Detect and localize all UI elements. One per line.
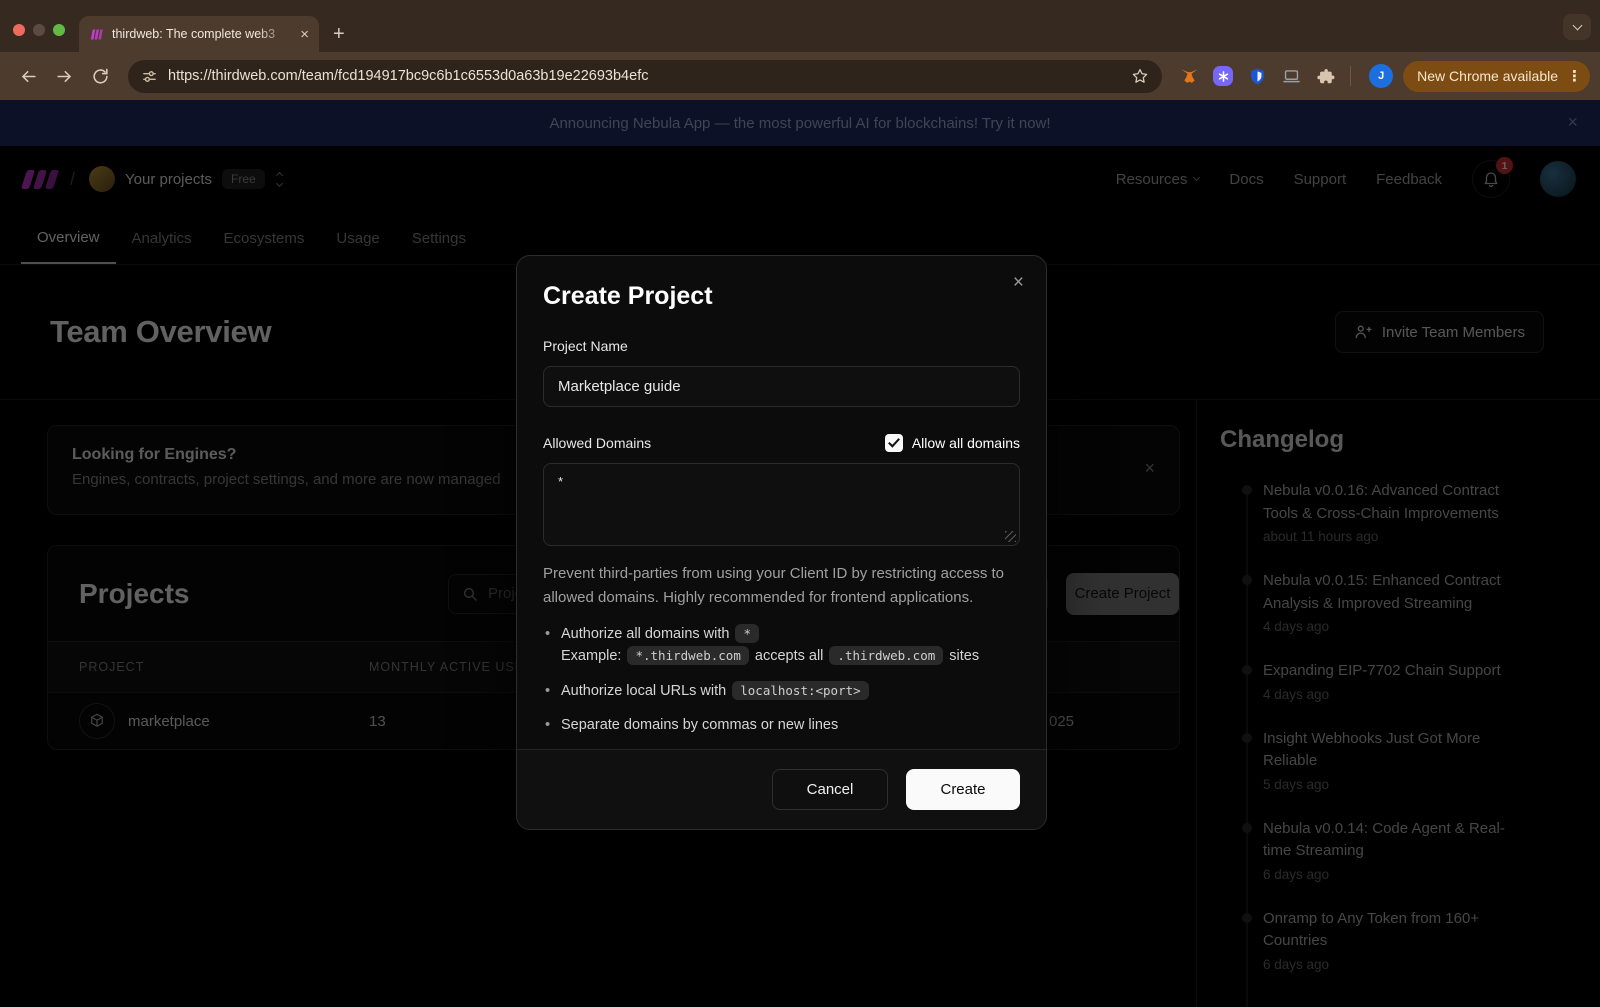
reload-button[interactable]: [86, 62, 114, 90]
chrome-profile-avatar[interactable]: J: [1369, 64, 1393, 88]
laptop-extension-icon[interactable]: [1277, 62, 1305, 90]
forward-button[interactable]: [50, 62, 78, 90]
domains-textarea[interactable]: *: [543, 463, 1020, 546]
metamask-extension-icon[interactable]: [1175, 62, 1203, 90]
tip-separate-domains: Separate domains by commas or new lines: [543, 714, 1020, 736]
domains-help-text: Prevent third-parties from using your Cl…: [543, 562, 1020, 610]
window-minimize-button[interactable]: [33, 24, 45, 36]
chevron-down-icon: [1572, 21, 1582, 31]
allowed-domains-label: Allowed Domains: [543, 435, 651, 451]
browser-toolbar: https://thirdweb.com/team/fcd194917bc9c6…: [0, 52, 1600, 100]
bookmark-star-icon[interactable]: [1131, 67, 1149, 85]
domains-textarea-wrap: *: [543, 463, 1020, 546]
chrome-update-label: New Chrome available: [1417, 68, 1558, 84]
site-info-icon[interactable]: [141, 68, 158, 85]
snowflake-extension-icon[interactable]: [1213, 66, 1233, 86]
reload-icon: [91, 67, 110, 86]
back-button[interactable]: [14, 62, 42, 90]
browser-menu-icon[interactable]: ⋮: [1567, 67, 1582, 85]
window-zoom-button[interactable]: [53, 24, 65, 36]
thirdweb-favicon: [89, 27, 104, 42]
window-close-button[interactable]: [13, 24, 25, 36]
browser-tab[interactable]: thirdweb: The complete web3 ×: [79, 16, 319, 52]
code-chip: *: [735, 624, 759, 643]
tab-title: thirdweb: The complete web3: [112, 27, 292, 41]
domains-tips-list: Authorize all domains with * Example: *.…: [543, 623, 1020, 737]
allow-all-domains-toggle[interactable]: Allow all domains: [885, 434, 1020, 452]
toolbar-divider: [1350, 66, 1351, 86]
code-chip: .thirdweb.com: [829, 646, 943, 665]
window-controls[interactable]: [0, 24, 65, 52]
url-bar[interactable]: https://thirdweb.com/team/fcd194917bc9c6…: [128, 60, 1162, 93]
project-name-label: Project Name: [543, 338, 1020, 354]
shield-extension-icon[interactable]: [1243, 62, 1271, 90]
browser-chrome: thirdweb: The complete web3 × + https://…: [0, 0, 1600, 100]
tip-authorize-local: Authorize local URLs with localhost:<por…: [543, 680, 1020, 702]
new-tab-button[interactable]: +: [333, 23, 345, 46]
modal-footer: Cancel Create: [517, 749, 1046, 829]
tab-close-icon[interactable]: ×: [300, 27, 309, 42]
allow-all-checkbox[interactable]: [885, 434, 903, 452]
cancel-button[interactable]: Cancel: [772, 769, 888, 810]
modal-title: Create Project: [543, 282, 1020, 311]
code-chip: *.thirdweb.com: [627, 646, 748, 665]
url-text[interactable]: https://thirdweb.com/team/fcd194917bc9c6…: [168, 68, 1121, 84]
project-name-input[interactable]: [543, 366, 1020, 407]
create-button[interactable]: Create: [906, 769, 1020, 810]
code-chip: localhost:<port>: [732, 681, 868, 700]
extensions-puzzle-icon[interactable]: [1311, 62, 1339, 90]
allow-all-label: Allow all domains: [912, 435, 1020, 451]
tab-search-button[interactable]: [1563, 14, 1591, 40]
modal-close-icon[interactable]: ×: [1013, 273, 1024, 292]
chrome-update-button[interactable]: New Chrome available ⋮: [1403, 61, 1590, 92]
forward-arrow-icon: [55, 67, 74, 86]
tip-authorize-all: Authorize all domains with * Example: *.…: [543, 623, 1020, 668]
page-viewport: Announcing Nebula App — the most powerfu…: [0, 100, 1600, 1007]
tab-strip: thirdweb: The complete web3 × +: [0, 0, 1600, 52]
create-project-modal: Create Project × Project Name Allowed Do…: [516, 255, 1047, 830]
back-arrow-icon: [19, 67, 38, 86]
